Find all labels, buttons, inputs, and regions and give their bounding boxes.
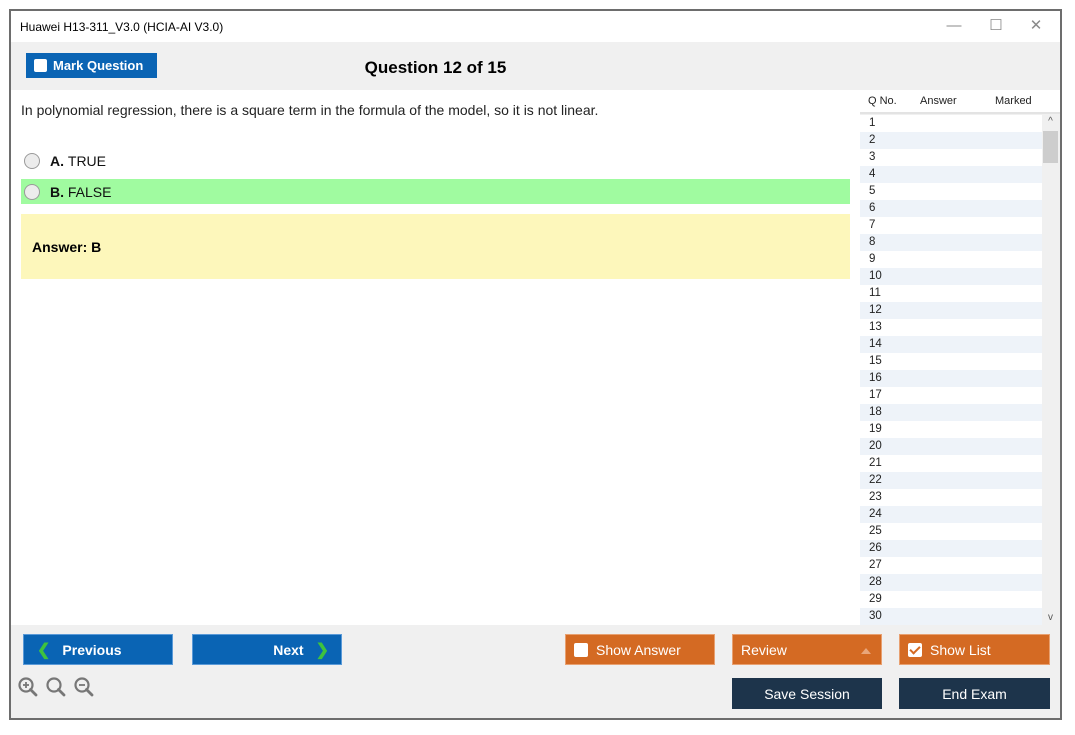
- option-letter: A.: [50, 152, 64, 169]
- scroll-thumb[interactable]: [1043, 131, 1058, 163]
- question-list-row[interactable]: 9: [860, 251, 1042, 268]
- question-list-scrollbar[interactable]: ^ v: [1042, 115, 1059, 625]
- question-list-row[interactable]: 13: [860, 319, 1042, 336]
- question-list-row[interactable]: 11: [860, 285, 1042, 302]
- next-button[interactable]: Next ❯: [192, 634, 342, 665]
- save-session-button[interactable]: Save Session: [732, 678, 882, 709]
- question-list-row[interactable]: 1: [860, 115, 1042, 132]
- header-answer[interactable]: Answer: [920, 95, 957, 107]
- close-button[interactable]: ✕: [1016, 15, 1056, 37]
- question-list-row[interactable]: 23: [860, 489, 1042, 506]
- question-list-row[interactable]: 18: [860, 404, 1042, 421]
- question-list-row[interactable]: 3: [860, 149, 1042, 166]
- header-qno[interactable]: Q No.: [868, 95, 897, 107]
- minimize-button[interactable]: —: [934, 15, 974, 37]
- question-list-row[interactable]: 29: [860, 591, 1042, 608]
- window-title: Huawei H13-311_V3.0 (HCIA-AI V3.0): [20, 20, 224, 34]
- save-session-label: Save Session: [764, 685, 850, 702]
- question-list-row[interactable]: 24: [860, 506, 1042, 523]
- question-list-rows: 1 2 3 4 5 6 7 8 9 10 11 12 13 14 15 16 17 18 19 20 21 22 23 24 2…: [860, 115, 1042, 625]
- question-list-row[interactable]: 6: [860, 200, 1042, 217]
- chevron-left-icon: ❮: [37, 641, 51, 659]
- previous-button[interactable]: ❮ Previous: [23, 634, 173, 665]
- zoom-in-icon[interactable]: [17, 676, 39, 698]
- question-list-row[interactable]: 25: [860, 523, 1042, 540]
- question-list-row[interactable]: 4: [860, 166, 1042, 183]
- question-list-row[interactable]: 28: [860, 574, 1042, 591]
- end-exam-label: End Exam: [942, 685, 1007, 702]
- show-list-label: Show List: [930, 641, 991, 658]
- question-list-row[interactable]: 10: [860, 268, 1042, 285]
- question-list-row[interactable]: 22: [860, 472, 1042, 489]
- question-text: In polynomial regression, there is a squ…: [21, 102, 599, 118]
- review-dropdown[interactable]: Review: [732, 634, 882, 665]
- question-list-row[interactable]: 21: [860, 455, 1042, 472]
- question-counter: Question 12 of 15: [364, 58, 507, 77]
- zoom-controls: [17, 676, 95, 698]
- question-list-row[interactable]: 2: [860, 132, 1042, 149]
- review-label: Review: [741, 641, 787, 658]
- question-panel: In polynomial regression, there is a squ…: [11, 90, 860, 625]
- question-list-row[interactable]: 5: [860, 183, 1042, 200]
- end-exam-button[interactable]: End Exam: [899, 678, 1050, 709]
- question-list-row[interactable]: 7: [860, 217, 1042, 234]
- radio-icon[interactable]: [24, 152, 40, 169]
- question-list-row[interactable]: 16: [860, 370, 1042, 387]
- show-answer-label: Show Answer: [596, 641, 681, 658]
- radio-icon[interactable]: [24, 183, 40, 200]
- next-label: Next: [273, 641, 304, 658]
- question-list-row[interactable]: 26: [860, 540, 1042, 557]
- question-list-row[interactable]: 20: [860, 438, 1042, 455]
- question-list-row[interactable]: 14: [860, 336, 1042, 353]
- scroll-up-icon[interactable]: ^: [1042, 115, 1059, 129]
- toolbar: Mark Question Question 12 of 15: [11, 42, 1060, 90]
- option-text: FALSE: [67, 183, 112, 200]
- show-list-toggle[interactable]: Show List: [899, 634, 1050, 665]
- show-list-checkbox[interactable]: [908, 642, 922, 657]
- question-list-row[interactable]: 8: [860, 234, 1042, 251]
- answer-text: Answer: B: [32, 239, 102, 255]
- question-list-row[interactable]: 15: [860, 353, 1042, 370]
- question-list-row[interactable]: 12: [860, 302, 1042, 319]
- question-list-header: Q No. Answer Marked: [860, 90, 1060, 114]
- question-list: Q No. Answer Marked 1 2 3 4 5 6 7 8 9 10 11 12 13 14 1…: [860, 90, 1060, 625]
- option-text: TRUE: [67, 152, 107, 169]
- chevron-right-icon: ❯: [315, 641, 329, 659]
- question-list-row[interactable]: 27: [860, 557, 1042, 574]
- app-window: Huawei H13-311_V3.0 (HCIA-AI V3.0) — ☐ ✕…: [9, 9, 1062, 720]
- maximize-button[interactable]: ☐: [976, 15, 1016, 37]
- option-letter: B.: [50, 183, 64, 200]
- option-a[interactable]: A. TRUE: [21, 148, 850, 173]
- zoom-out-icon[interactable]: [73, 676, 95, 698]
- title-bar: Huawei H13-311_V3.0 (HCIA-AI V3.0) — ☐ ✕: [11, 11, 1060, 42]
- option-b[interactable]: B. FALSE: [21, 179, 850, 204]
- question-list-row[interactable]: 19: [860, 421, 1042, 438]
- show-answer-toggle[interactable]: Show Answer: [565, 634, 715, 665]
- scroll-down-icon[interactable]: v: [1042, 611, 1059, 625]
- caret-up-icon: [861, 648, 871, 654]
- answer-box: Answer: B: [21, 214, 850, 279]
- previous-label: Previous: [62, 641, 122, 658]
- show-answer-checkbox[interactable]: [574, 642, 588, 657]
- question-list-row[interactable]: 30: [860, 608, 1042, 625]
- header-marked[interactable]: Marked: [995, 95, 1032, 107]
- question-list-row[interactable]: 17: [860, 387, 1042, 404]
- zoom-reset-icon[interactable]: [45, 676, 67, 698]
